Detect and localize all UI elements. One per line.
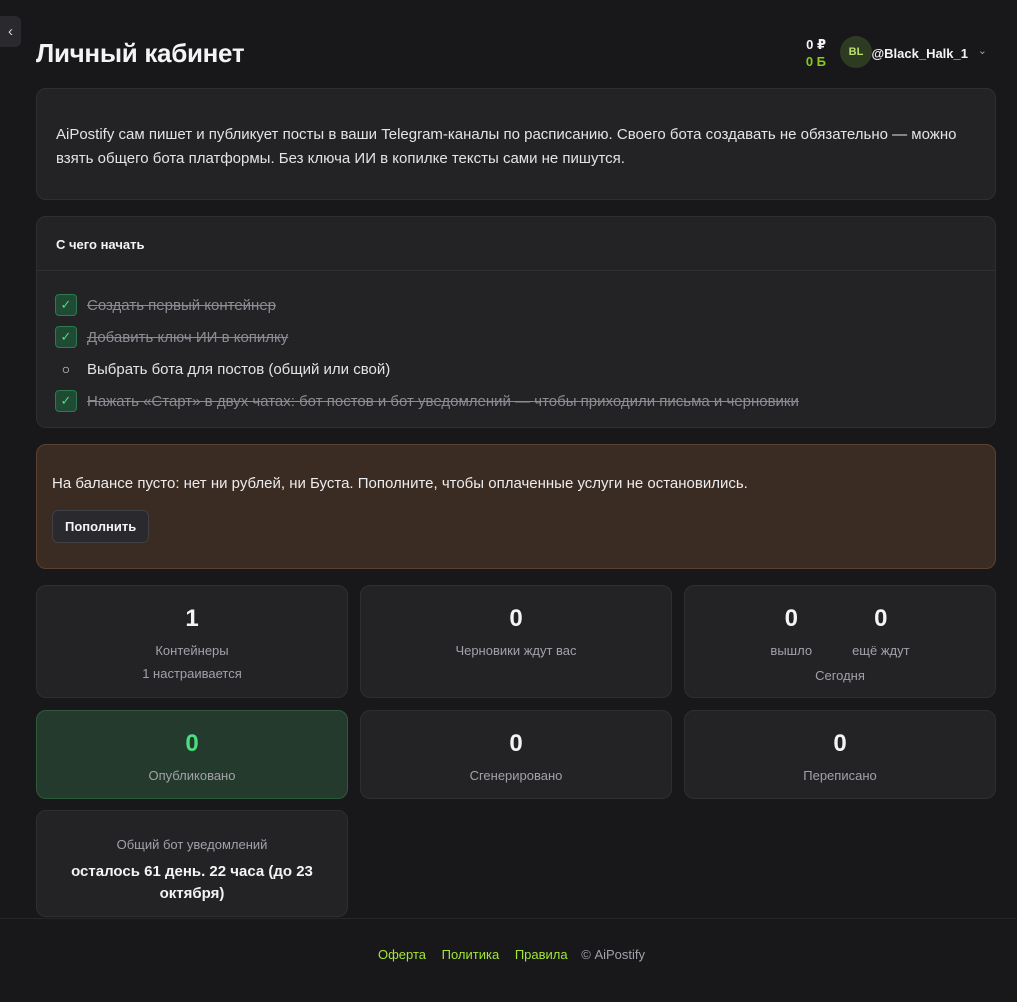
stat-label: вышло	[770, 643, 813, 658]
dashboard-page: ‹ Личный кабинет 0 ₽ 0 Б BL @Black_Halk_…	[0, 0, 1017, 1002]
today-published: 0 вышло	[770, 605, 812, 658]
stat-value: 0	[509, 730, 523, 757]
checklist-item[interactable]: ✓ Нажать «Старт» в двух чатах: бот постов…	[55, 385, 995, 417]
stat-value: 0	[784, 605, 798, 632]
stat-generated[interactable]: 0 Сгенерировано	[360, 710, 672, 799]
footer-link-offer[interactable]: Оферта	[378, 947, 426, 962]
stat-published[interactable]: 0 Опубликовано	[36, 710, 348, 799]
balance-boost: 0 Б	[805, 54, 826, 69]
checklist: ✓ Создать первый контейнер ✓ Добавить ключ …	[37, 271, 995, 417]
today-caption: Сегодня	[815, 668, 865, 683]
checklist-item[interactable]: ○ Выбрать бота для постов (общий или свой…	[55, 353, 995, 385]
stat-label: Контейнеры	[155, 643, 229, 658]
footer-links: Оферта Политика Правила © AiPostify	[0, 947, 1017, 962]
stat-label: Переписано	[803, 768, 877, 783]
circle-icon[interactable]: ○	[55, 358, 77, 380]
stat-label: Сгенерировано	[469, 768, 563, 783]
getting-started-card: С чего начать ✓ Создать первый контейнер ✓…	[36, 216, 996, 428]
empty-balance-alert: На балансе пусто: нет ни рублей, ни Буст…	[36, 444, 996, 569]
check-icon[interactable]: ✓	[55, 326, 77, 348]
getting-started-title: С чего начать	[37, 217, 995, 271]
stat-label: ещё ждут	[852, 643, 910, 658]
stat-value: 0	[833, 730, 847, 757]
stat-value: 0	[874, 605, 888, 632]
checklist-item[interactable]: ✓ Создать первый контейнер	[55, 289, 995, 321]
chevron-down-icon[interactable]: ⌄	[978, 44, 987, 57]
checklist-item-label: Нажать «Старт» в двух чатах: бот постов …	[87, 392, 799, 410]
stat-drafts[interactable]: 0 Черновики ждут вас	[360, 585, 672, 698]
checklist-item-label: Добавить ключ ИИ в копилку	[87, 328, 289, 346]
footer-link-policy[interactable]: Политика	[442, 947, 500, 962]
sidebar-toggle-button[interactable]: ‹	[0, 16, 21, 47]
checklist-item-label: Выбрать бота для постов (общий или свой)	[87, 360, 391, 378]
stat-notify-bot[interactable]: Общий бот уведомлений осталось 61 день. …	[36, 810, 348, 917]
avatar[interactable]: BL	[840, 36, 872, 68]
footer-copyright: © AiPostify	[581, 947, 646, 962]
username[interactable]: @Black_Halk_1	[871, 46, 968, 61]
page-header: Личный кабинет 0 ₽ 0 Б BL @Black_Halk_1 …	[36, 30, 996, 80]
balance-summary[interactable]: 0 ₽ 0 Б	[806, 36, 826, 70]
alert-text: На балансе пусто: нет ни рублей, ни Буст…	[52, 475, 748, 492]
page-title: Личный кабинет	[36, 38, 245, 68]
today-row: 0 вышло 0 ещё ждут	[685, 605, 995, 658]
checklist-item-label: Создать первый контейнер	[87, 296, 277, 314]
stat-containers[interactable]: 1 Контейнеры 1 настраивается	[36, 585, 348, 698]
check-icon[interactable]: ✓	[55, 390, 77, 412]
top-up-button[interactable]: Пополнить	[52, 510, 150, 543]
chevron-left-icon: ‹	[8, 23, 13, 40]
stat-value: 0	[185, 730, 199, 757]
stat-rewritten[interactable]: 0 Переписано	[684, 710, 996, 799]
stat-value: 1	[185, 605, 199, 632]
stat-sub: 1 настраивается	[142, 666, 242, 681]
check-icon[interactable]: ✓	[55, 294, 77, 316]
stat-label: Опубликовано	[148, 768, 236, 783]
today-waiting: 0 ещё ждут	[852, 605, 910, 658]
intro-card: AiPostify сам пишет и публикует посты в …	[36, 88, 996, 200]
footer: Оферта Политика Правила © AiPostify	[0, 918, 1017, 1002]
stat-value: 0	[509, 605, 523, 632]
checklist-item[interactable]: ✓ Добавить ключ ИИ в копилку	[55, 321, 995, 353]
stat-value: осталось 61 день. 22 часа (до 23 октября…	[71, 863, 313, 902]
stat-label: Общий бот уведомлений	[116, 837, 268, 852]
balance-rub: 0 ₽	[806, 37, 826, 52]
stat-label: Черновики ждут вас	[455, 643, 577, 658]
stat-today[interactable]: 0 вышло 0 ещё ждут Сегодня	[684, 585, 996, 698]
footer-link-rules[interactable]: Правила	[515, 947, 568, 962]
intro-text: AiPostify сам пишет и публикует посты в …	[56, 126, 957, 167]
